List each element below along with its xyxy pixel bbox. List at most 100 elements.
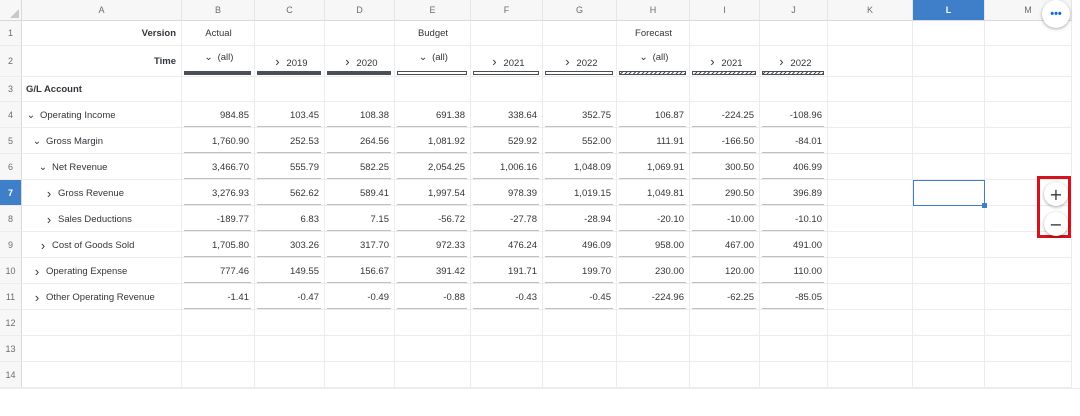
value-cell[interactable]: 391.42 bbox=[395, 258, 471, 284]
value-cell[interactable]: -27.78 bbox=[471, 206, 543, 232]
remove-button[interactable]: − bbox=[1044, 212, 1068, 236]
value-cell[interactable]: -0.45 bbox=[543, 284, 617, 310]
value-cell[interactable]: 230.00 bbox=[617, 258, 690, 284]
value-cell[interactable]: -28.94 bbox=[543, 206, 617, 232]
value-cell[interactable]: 3,466.70 bbox=[182, 154, 255, 180]
row-header-5[interactable]: 5 bbox=[0, 128, 22, 154]
value-cell[interactable]: 396.89 bbox=[760, 180, 828, 206]
value-cell[interactable]: 491.00 bbox=[760, 232, 828, 258]
column-header-c[interactable]: C bbox=[255, 0, 325, 21]
account-cell-operating-expense[interactable]: › Operating Expense bbox=[22, 258, 182, 284]
value-cell[interactable]: 589.41 bbox=[325, 180, 395, 206]
value-cell[interactable]: 1,997.54 bbox=[395, 180, 471, 206]
chevron-down-icon[interactable]: ⌄ bbox=[418, 52, 428, 63]
column-header-i[interactable]: I bbox=[690, 0, 760, 21]
value-cell[interactable]: 156.67 bbox=[325, 258, 395, 284]
chevron-right-icon[interactable]: › bbox=[562, 54, 572, 69]
selected-cell-l7[interactable] bbox=[913, 180, 987, 208]
value-cell[interactable]: 110.00 bbox=[760, 258, 828, 284]
value-cell[interactable]: 691.38 bbox=[395, 102, 471, 128]
chevron-right-icon[interactable]: › bbox=[342, 54, 352, 69]
value-cell[interactable]: 552.00 bbox=[543, 128, 617, 154]
value-cell[interactable]: 1,049.81 bbox=[617, 180, 690, 206]
value-cell[interactable]: -56.72 bbox=[395, 206, 471, 232]
value-cell[interactable]: 264.56 bbox=[325, 128, 395, 154]
chevron-down-icon[interactable]: ⌄ bbox=[204, 52, 214, 63]
column-header-e[interactable]: E bbox=[395, 0, 471, 21]
value-cell[interactable]: 496.09 bbox=[543, 232, 617, 258]
row-header-13[interactable]: 13 bbox=[0, 336, 22, 362]
value-cell[interactable]: -10.00 bbox=[690, 206, 760, 232]
value-cell[interactable]: 1,081.92 bbox=[395, 128, 471, 154]
account-cell-sales-deductions[interactable]: › Sales Deductions bbox=[22, 206, 182, 232]
value-cell[interactable]: -62.25 bbox=[690, 284, 760, 310]
value-cell[interactable]: 252.53 bbox=[255, 128, 325, 154]
row-header-11[interactable]: 11 bbox=[0, 284, 22, 310]
value-cell[interactable]: 476.24 bbox=[471, 232, 543, 258]
value-cell[interactable]: 1,019.15 bbox=[543, 180, 617, 206]
value-cell[interactable]: -85.05 bbox=[760, 284, 828, 310]
value-cell[interactable]: 529.92 bbox=[471, 128, 543, 154]
value-cell[interactable]: -166.50 bbox=[690, 128, 760, 154]
value-cell[interactable]: 300.50 bbox=[690, 154, 760, 180]
value-cell[interactable]: 582.25 bbox=[325, 154, 395, 180]
column-header-d[interactable]: D bbox=[325, 0, 395, 21]
row-header-2[interactable]: 2 bbox=[0, 46, 22, 77]
row-header-4[interactable]: 4 bbox=[0, 102, 22, 128]
chevron-right-icon[interactable]: › bbox=[44, 186, 54, 201]
value-cell[interactable]: 958.00 bbox=[617, 232, 690, 258]
chevron-right-icon[interactable]: › bbox=[44, 212, 54, 227]
value-cell[interactable]: -0.49 bbox=[325, 284, 395, 310]
row-header-14[interactable]: 14 bbox=[0, 362, 22, 388]
value-cell[interactable]: 191.71 bbox=[471, 258, 543, 284]
column-header-f[interactable]: F bbox=[471, 0, 543, 21]
value-cell[interactable]: 108.38 bbox=[325, 102, 395, 128]
value-cell[interactable]: 1,006.16 bbox=[471, 154, 543, 180]
value-cell[interactable]: -108.96 bbox=[760, 102, 828, 128]
value-cell[interactable]: 406.99 bbox=[760, 154, 828, 180]
value-cell[interactable]: -1.41 bbox=[182, 284, 255, 310]
column-header-h[interactable]: H bbox=[617, 0, 690, 21]
value-cell[interactable]: 290.50 bbox=[690, 180, 760, 206]
account-cell-other-operating-revenue[interactable]: › Other Operating Revenue bbox=[22, 284, 182, 310]
value-cell[interactable]: 562.62 bbox=[255, 180, 325, 206]
value-cell[interactable]: 6.83 bbox=[255, 206, 325, 232]
value-cell[interactable]: 338.64 bbox=[471, 102, 543, 128]
value-cell[interactable]: 111.91 bbox=[617, 128, 690, 154]
chevron-right-icon[interactable]: › bbox=[32, 264, 42, 279]
row-header-12[interactable]: 12 bbox=[0, 310, 22, 336]
value-cell[interactable]: 352.75 bbox=[543, 102, 617, 128]
account-cell-cost-of-goods-sold[interactable]: › Cost of Goods Sold bbox=[22, 232, 182, 258]
value-cell[interactable]: -20.10 bbox=[617, 206, 690, 232]
row-header-3[interactable]: 3 bbox=[0, 77, 22, 102]
value-cell[interactable]: -224.96 bbox=[617, 284, 690, 310]
column-header-a[interactable]: A bbox=[22, 0, 182, 21]
value-cell[interactable]: 1,069.91 bbox=[617, 154, 690, 180]
column-header-b[interactable]: B bbox=[182, 0, 255, 21]
value-cell[interactable]: 777.46 bbox=[182, 258, 255, 284]
row-header-6[interactable]: 6 bbox=[0, 154, 22, 180]
account-cell-gross-margin[interactable]: ⌄ Gross Margin bbox=[22, 128, 182, 154]
value-cell[interactable]: -0.88 bbox=[395, 284, 471, 310]
value-cell[interactable]: 199.70 bbox=[543, 258, 617, 284]
row-header-7[interactable]: 7 bbox=[0, 180, 22, 206]
add-button[interactable]: + bbox=[1044, 182, 1068, 206]
column-header-j[interactable]: J bbox=[760, 0, 828, 21]
column-header-g[interactable]: G bbox=[543, 0, 617, 21]
chevron-down-icon[interactable]: ⌄ bbox=[38, 162, 48, 173]
chevron-down-icon[interactable]: ⌄ bbox=[639, 52, 649, 63]
value-cell[interactable]: 1,048.09 bbox=[543, 154, 617, 180]
value-cell[interactable]: -0.43 bbox=[471, 284, 543, 310]
value-cell[interactable]: 978.39 bbox=[471, 180, 543, 206]
more-options-button[interactable]: ••• bbox=[1042, 0, 1070, 28]
value-cell[interactable]: 7.15 bbox=[325, 206, 395, 232]
value-cell[interactable]: -10.10 bbox=[760, 206, 828, 232]
value-cell[interactable]: 3,276.93 bbox=[182, 180, 255, 206]
row-header-1[interactable]: 1 bbox=[0, 21, 22, 46]
value-cell[interactable]: -224.25 bbox=[690, 102, 760, 128]
chevron-down-icon[interactable]: ⌄ bbox=[32, 136, 42, 147]
value-cell[interactable]: 149.55 bbox=[255, 258, 325, 284]
row-header-10[interactable]: 10 bbox=[0, 258, 22, 284]
value-cell[interactable]: 1,760.90 bbox=[182, 128, 255, 154]
value-cell[interactable]: 1,705.80 bbox=[182, 232, 255, 258]
